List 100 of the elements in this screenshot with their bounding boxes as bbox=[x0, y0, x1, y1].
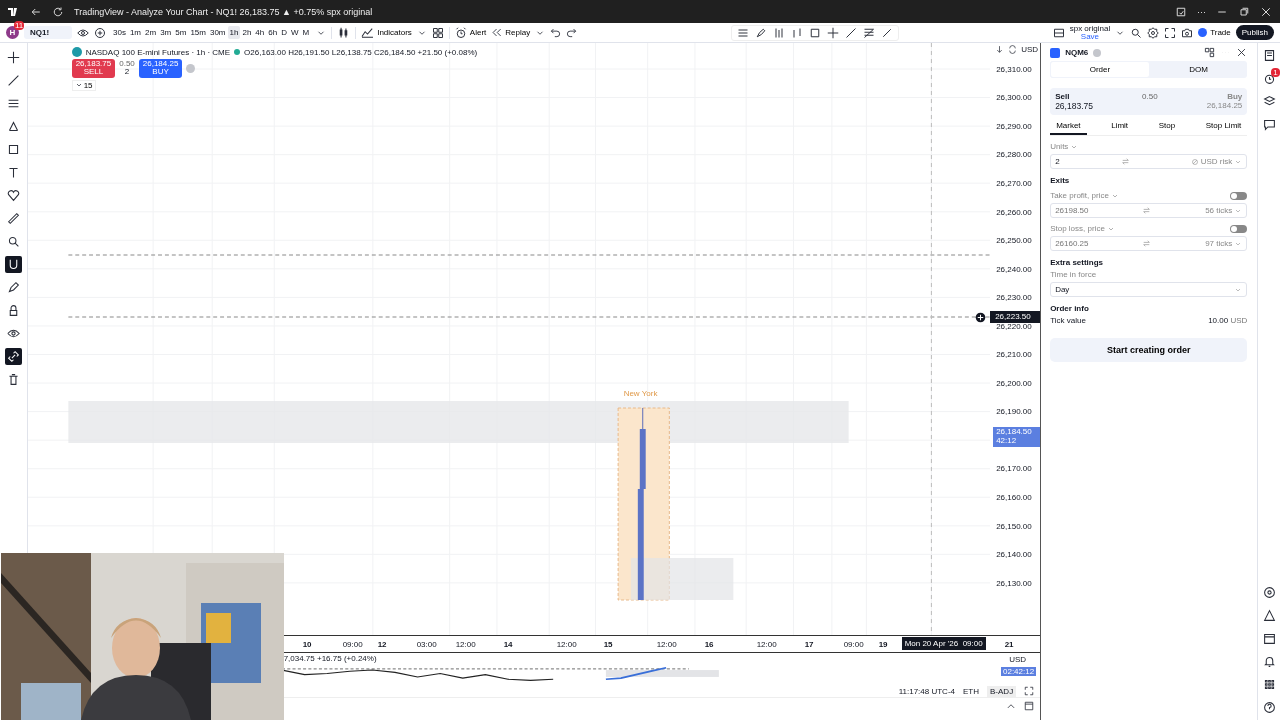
trend-line-icon[interactable] bbox=[6, 74, 20, 87]
order-type-tab[interactable]: Stop Limit bbox=[1199, 118, 1248, 135]
save-link[interactable]: Save bbox=[1069, 32, 1111, 41]
layout-name[interactable]: spx original bbox=[1069, 24, 1111, 33]
toggle-switch[interactable] bbox=[1230, 224, 1248, 233]
app-icon[interactable] bbox=[1175, 5, 1187, 18]
search-icon[interactable] bbox=[1130, 26, 1143, 39]
brush-icon[interactable] bbox=[754, 26, 767, 39]
more-menu[interactable]: ··· bbox=[1197, 6, 1206, 17]
expand-icon[interactable] bbox=[1024, 686, 1035, 696]
panel-tab[interactable]: Order bbox=[1050, 61, 1150, 78]
time-in-force-dropdown[interactable]: Day bbox=[1050, 282, 1248, 297]
arrow-down-icon[interactable] bbox=[995, 44, 1005, 54]
replay-button[interactable]: Replay bbox=[491, 27, 531, 38]
text-icon[interactable] bbox=[6, 166, 20, 179]
bars-icon[interactable] bbox=[790, 26, 803, 39]
timeframe-button[interactable]: 15m bbox=[188, 26, 208, 39]
alarm-icon[interactable] bbox=[1262, 72, 1276, 85]
candle[interactable] bbox=[639, 407, 646, 490]
units-field[interactable]: 2 USD risk bbox=[1050, 154, 1248, 169]
panel-tab[interactable]: DOM bbox=[1149, 61, 1248, 78]
bell-icon[interactable] bbox=[1262, 655, 1276, 668]
shaded-zone[interactable] bbox=[630, 558, 733, 600]
units-dropdown[interactable]: Units bbox=[1050, 142, 1069, 151]
trade-button[interactable]: Trade bbox=[1198, 28, 1231, 37]
trend-line-icon[interactable] bbox=[880, 26, 893, 39]
symbol-title[interactable]: NASDAQ 100 E-mini Futures · 1h · CME bbox=[85, 47, 231, 57]
sell-price[interactable]: 26,183.75 bbox=[1055, 101, 1093, 111]
layers-icon[interactable] bbox=[1262, 95, 1276, 108]
help-icon[interactable] bbox=[1262, 701, 1276, 714]
close-icon[interactable] bbox=[1236, 47, 1248, 58]
price-field[interactable]: 26160.25 97 ticks bbox=[1050, 236, 1248, 251]
timeframe-button[interactable]: 30s bbox=[111, 26, 128, 39]
timeframe-button[interactable]: W bbox=[288, 26, 301, 39]
ticks-unit[interactable]: 97 ticks bbox=[1205, 239, 1233, 248]
adjustment-toggle[interactable]: B-ADJ bbox=[987, 685, 1017, 697]
add-circle-icon[interactable] bbox=[975, 312, 987, 323]
currency-selector[interactable]: USD bbox=[1021, 44, 1039, 54]
order-type-tab[interactable]: Market bbox=[1050, 118, 1087, 135]
order-type-tab[interactable]: Stop bbox=[1152, 118, 1182, 135]
clock[interactable]: 11:17:48 UTC-4 bbox=[898, 686, 955, 696]
start-order-button[interactable]: Start creating order bbox=[1050, 338, 1248, 362]
settings-icon[interactable] bbox=[1147, 26, 1160, 39]
restore-icon[interactable] bbox=[1238, 5, 1250, 18]
templates-icon[interactable] bbox=[431, 26, 444, 39]
fullscreen-icon[interactable] bbox=[1164, 26, 1177, 39]
link-icon[interactable] bbox=[6, 350, 20, 363]
sell-button[interactable]: 26,183.75 SELL bbox=[71, 59, 116, 78]
indicators-button[interactable]: Indicators bbox=[361, 27, 412, 38]
chat-icon[interactable] bbox=[1262, 118, 1276, 131]
timeframe-button[interactable]: 2m bbox=[143, 26, 159, 39]
sync-icon[interactable] bbox=[1008, 44, 1018, 54]
trash-icon[interactable] bbox=[6, 373, 20, 386]
publish-button[interactable]: Publish bbox=[1235, 25, 1274, 40]
timeframe-button[interactable]: 6h bbox=[266, 26, 280, 39]
exit-type-dropdown[interactable]: Stop loss, price bbox=[1050, 224, 1105, 233]
lines-icon[interactable] bbox=[6, 97, 20, 110]
maximize-icon[interactable] bbox=[1024, 701, 1035, 711]
fork-icon[interactable] bbox=[772, 26, 785, 39]
exit-type-dropdown[interactable]: Take profit, price bbox=[1050, 191, 1109, 200]
reload-icon[interactable] bbox=[52, 5, 64, 18]
risk-unit[interactable]: USD risk bbox=[1200, 157, 1233, 166]
timeframe-button[interactable]: 3m bbox=[158, 26, 174, 39]
close-icon[interactable] bbox=[1260, 5, 1272, 18]
triangle-icon[interactable] bbox=[1262, 609, 1276, 622]
timeframe-button[interactable]: 5m bbox=[173, 26, 189, 39]
watchlist-icon[interactable] bbox=[1262, 49, 1276, 62]
target-icon[interactable] bbox=[1262, 586, 1276, 599]
price-field[interactable]: 26198.50 56 ticks bbox=[1050, 203, 1248, 218]
ruler-icon[interactable] bbox=[6, 212, 20, 225]
ticks-unit[interactable]: 56 ticks bbox=[1205, 206, 1233, 215]
timeframe-button[interactable]: D bbox=[279, 26, 289, 39]
timeframe-button[interactable]: 4h bbox=[253, 26, 267, 39]
trend-line-icon[interactable] bbox=[844, 26, 857, 39]
session-toggle[interactable]: ETH bbox=[963, 686, 979, 696]
timeframe-button[interactable]: M bbox=[300, 26, 312, 39]
apps-icon[interactable] bbox=[1262, 678, 1276, 691]
timeframe-button[interactable]: 30m bbox=[207, 26, 228, 39]
undo-icon[interactable] bbox=[550, 27, 562, 38]
crosshair-icon[interactable] bbox=[6, 51, 20, 64]
quantity-value[interactable]: 2 bbox=[124, 68, 130, 77]
redo-icon[interactable] bbox=[566, 27, 578, 38]
indicators-toggle[interactable]: 15 bbox=[71, 79, 96, 91]
symbol-search-field[interactable]: NQ1! bbox=[24, 26, 72, 39]
layout-icon[interactable] bbox=[1052, 26, 1065, 39]
camera-icon[interactable] bbox=[1181, 26, 1194, 39]
rectangle-icon[interactable] bbox=[6, 143, 20, 156]
toggle-switch[interactable] bbox=[1230, 191, 1248, 200]
fib-icon[interactable] bbox=[862, 26, 875, 39]
chevron-up-icon[interactable] bbox=[1006, 701, 1017, 711]
calendar-icon[interactable] bbox=[1262, 632, 1276, 645]
timeframe-button[interactable]: 1h bbox=[227, 26, 241, 39]
nodes-icon[interactable] bbox=[6, 120, 20, 133]
eye-icon[interactable] bbox=[77, 26, 89, 39]
heart-icon[interactable] bbox=[6, 189, 20, 202]
grid-icon[interactable] bbox=[1204, 47, 1216, 58]
buy-button[interactable]: 26,184.25 BUY bbox=[138, 59, 183, 78]
timeframe-button[interactable]: 2h bbox=[240, 26, 254, 39]
alert-button[interactable]: Alert bbox=[454, 26, 487, 39]
eye-icon[interactable] bbox=[6, 327, 20, 340]
